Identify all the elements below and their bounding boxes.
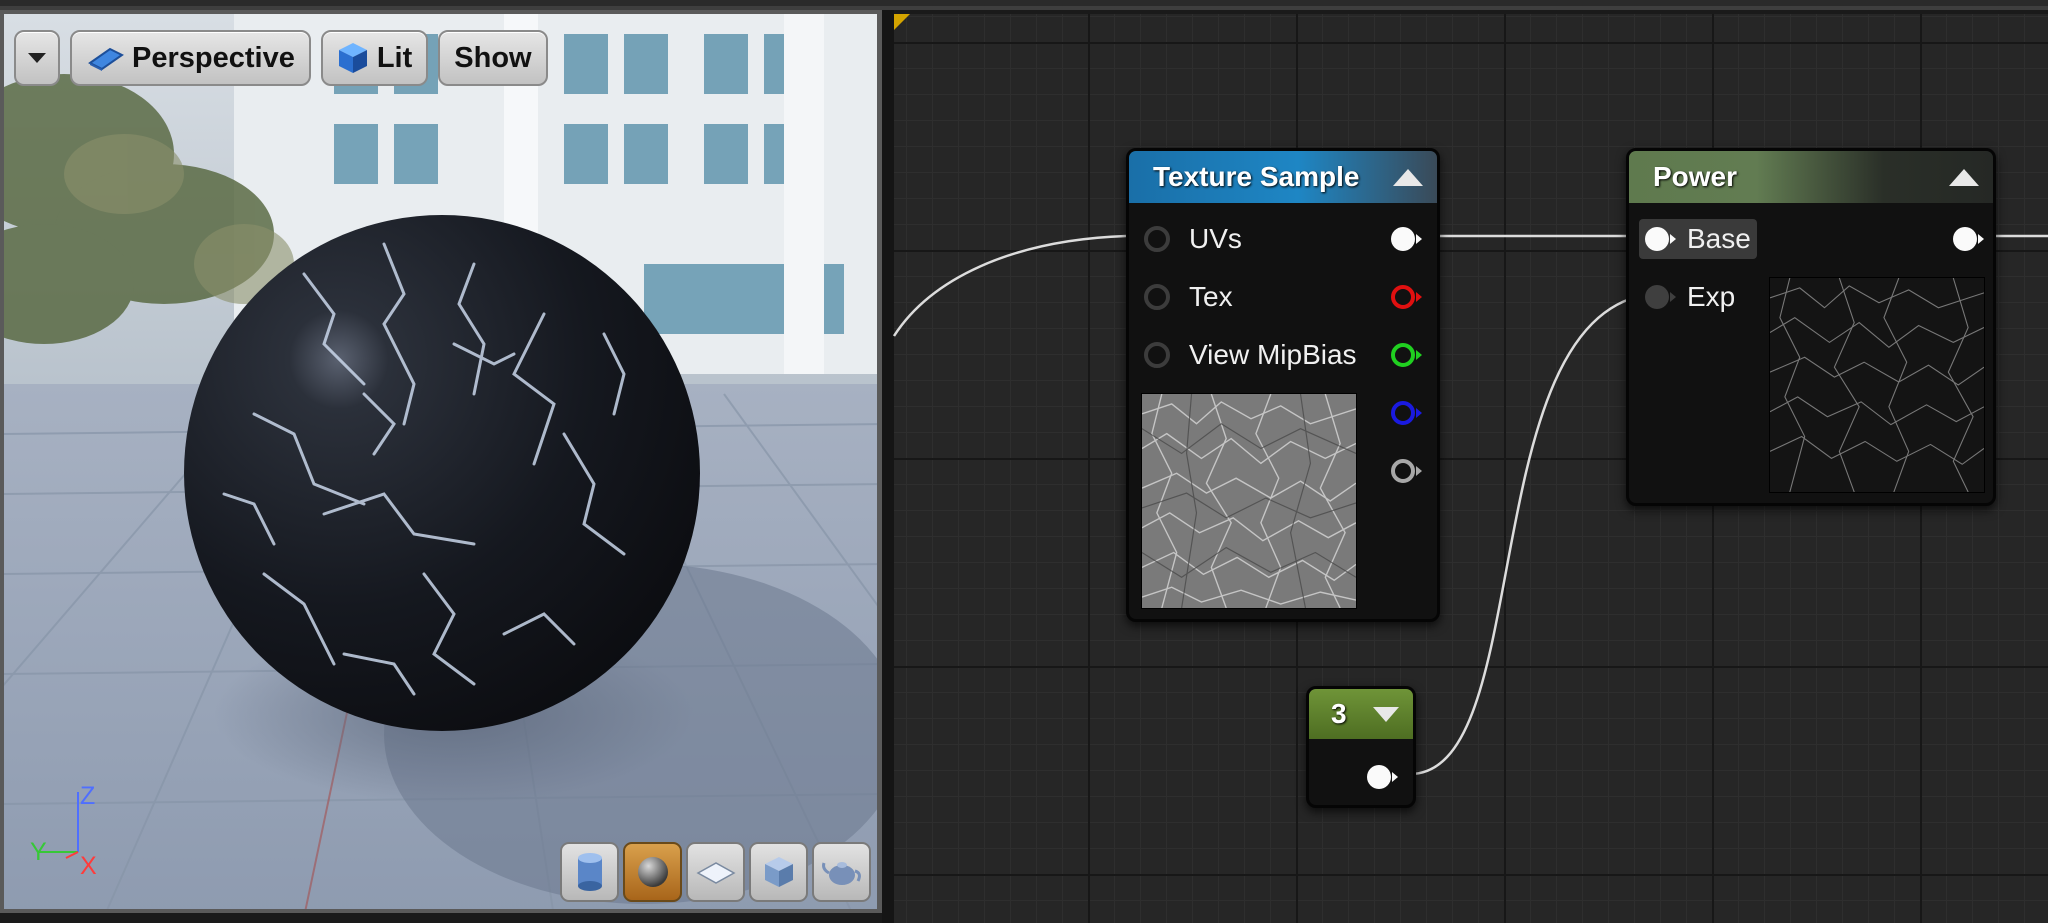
a-output-pin[interactable] xyxy=(1389,457,1423,485)
constant-header[interactable]: 3 xyxy=(1309,689,1413,739)
plane-preview-button[interactable] xyxy=(686,842,745,902)
perspective-icon xyxy=(88,47,124,71)
top-border xyxy=(0,0,2048,10)
preview-viewport[interactable]: Perspective Lit Show Z Y X xyxy=(0,10,882,913)
cylinder-icon xyxy=(577,853,602,891)
constant-output-pin[interactable] xyxy=(1365,763,1399,791)
texture-preview-thumbnail xyxy=(1141,393,1357,609)
pin-circle-icon xyxy=(1144,342,1170,368)
constant-value: 3 xyxy=(1331,698,1347,729)
lighting-mode-label: Lit xyxy=(376,41,413,74)
cylinder-preview-button[interactable] xyxy=(560,842,619,902)
exp-input-pin[interactable]: Exp xyxy=(1629,277,1735,317)
pin-circle-icon xyxy=(1144,284,1170,310)
tex-label: Tex xyxy=(1189,281,1233,312)
viewport-scene xyxy=(4,14,877,909)
uvs-input-pin[interactable]: UVs xyxy=(1129,219,1242,259)
axis-x-label: X xyxy=(80,852,97,880)
view-mipbias-label: View MipBias xyxy=(1189,339,1357,370)
base-input-pin[interactable]: Base xyxy=(1639,219,1757,259)
base-label: Base xyxy=(1687,223,1751,254)
rgb-output-pin[interactable] xyxy=(1389,225,1423,253)
collapse-icon[interactable] xyxy=(1393,168,1423,186)
uvs-label: UVs xyxy=(1189,223,1242,254)
axis-gizmo: Z Y X xyxy=(18,772,108,882)
collapse-icon[interactable] xyxy=(1949,168,1979,186)
cube-preview-button[interactable] xyxy=(749,842,808,902)
view-mipbias-input-pin[interactable]: View MipBias xyxy=(1129,335,1357,375)
axis-z-label: Z xyxy=(80,782,96,810)
texture-sample-title: Texture Sample xyxy=(1153,161,1360,192)
teapot-preview-button[interactable] xyxy=(812,842,871,902)
lighting-mode-button[interactable]: Lit xyxy=(320,30,429,86)
sphere-icon xyxy=(637,857,668,887)
sphere-preview-button[interactable] xyxy=(623,842,682,902)
r-output-pin[interactable] xyxy=(1389,283,1423,311)
show-label: Show xyxy=(454,41,532,74)
view-mode-label: Perspective xyxy=(132,41,295,74)
power-output-pin[interactable] xyxy=(1951,225,1985,253)
g-output-pin[interactable] xyxy=(1389,341,1423,369)
power-title: Power xyxy=(1653,161,1738,192)
plane-icon xyxy=(695,862,736,884)
viewport-options-button[interactable] xyxy=(14,30,60,86)
panel-splitter[interactable] xyxy=(882,10,894,923)
view-mode-button[interactable]: Perspective xyxy=(70,30,311,86)
power-header[interactable]: Power xyxy=(1629,151,1993,203)
texture-sample-node[interactable]: Texture Sample UVs Tex View MipBias xyxy=(1126,148,1440,622)
teapot-icon xyxy=(821,862,861,885)
lit-cube-icon xyxy=(338,43,367,73)
pin-filled-icon xyxy=(1645,285,1676,309)
viewport-toolbar: Perspective Lit Show xyxy=(14,30,548,86)
exp-label: Exp xyxy=(1687,281,1736,312)
chevron-down-icon xyxy=(28,53,46,63)
pin-filled-icon xyxy=(1645,227,1676,251)
power-preview-thumbnail xyxy=(1769,277,1985,493)
cube-icon xyxy=(764,857,793,887)
axis-y-label: Y xyxy=(30,838,47,866)
texture-sample-header[interactable]: Texture Sample xyxy=(1129,151,1437,203)
pin-circle-icon xyxy=(1144,226,1170,252)
preview-shape-toolbar xyxy=(560,842,871,902)
b-output-pin[interactable] xyxy=(1389,399,1423,427)
expand-icon[interactable] xyxy=(1373,706,1399,722)
constant-node[interactable]: 3 xyxy=(1306,686,1416,808)
graph-corner-marker xyxy=(894,14,910,30)
power-node[interactable]: Power Base Exp xyxy=(1626,148,1996,506)
show-flags-button[interactable]: Show xyxy=(438,30,548,86)
tex-input-pin[interactable]: Tex xyxy=(1129,277,1233,317)
